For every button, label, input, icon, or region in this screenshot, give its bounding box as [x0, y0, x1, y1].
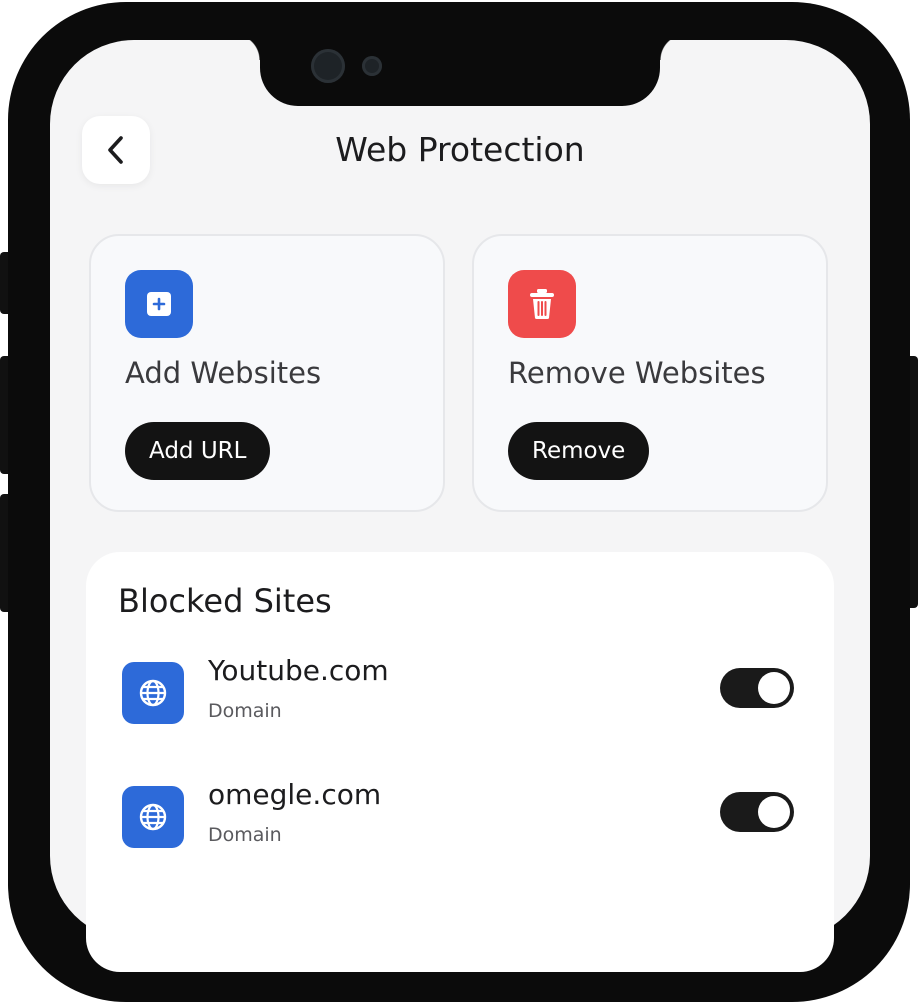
list-item: omegle.com Domain: [122, 778, 802, 858]
site-type: Domain: [208, 700, 282, 722]
globe-icon: [122, 662, 184, 724]
blocked-sites-card: Blocked Sites Youtube.com Domain omegle.…: [86, 552, 834, 972]
site-name: Youtube.com: [208, 654, 389, 687]
add-url-button[interactable]: Add URL: [125, 422, 271, 480]
remove-button[interactable]: Remove: [508, 422, 650, 480]
add-square-icon: [125, 270, 193, 338]
remove-websites-card: Remove Websites Remove: [472, 234, 828, 512]
globe-icon: [122, 786, 184, 848]
front-sensor: [362, 56, 382, 76]
remove-websites-heading: Remove Websites: [508, 356, 766, 390]
back-button[interactable]: [82, 116, 150, 184]
toggle-knob: [758, 672, 790, 704]
site-block-toggle[interactable]: [720, 668, 794, 708]
chevron-left-icon: [108, 136, 123, 164]
toggle-knob: [758, 796, 790, 828]
site-name: omegle.com: [208, 778, 382, 811]
add-websites-card: Add Websites Add URL: [89, 234, 445, 512]
site-type: Domain: [208, 824, 282, 846]
trash-icon: [508, 270, 576, 338]
list-item: Youtube.com Domain: [122, 654, 802, 734]
add-websites-heading: Add Websites: [125, 356, 322, 390]
blocked-sites-title: Blocked Sites: [118, 582, 332, 620]
site-block-toggle[interactable]: [720, 792, 794, 832]
front-camera: [311, 49, 345, 83]
page-title: Web Protection: [335, 130, 585, 169]
